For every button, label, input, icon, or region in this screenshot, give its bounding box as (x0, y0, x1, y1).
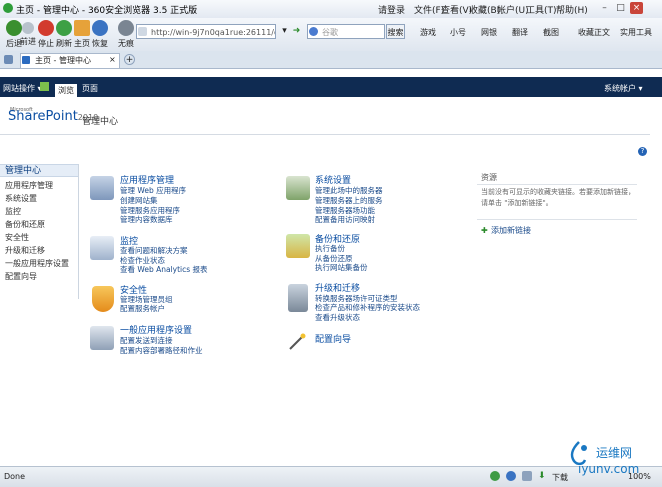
menu-login[interactable]: 请登录 (378, 3, 405, 16)
menu-help[interactable]: 帮助(H) (556, 3, 588, 16)
minimize-button[interactable]: – (598, 2, 611, 14)
general-settings-gear-icon (90, 326, 114, 350)
nav-item-general-settings[interactable]: 一般应用程序设置 (5, 258, 69, 269)
section-title-configuration-wizards[interactable]: 配置向导 (315, 332, 351, 345)
help-icon[interactable]: ? (638, 147, 647, 156)
monitoring-icon (90, 236, 114, 260)
ie-mode-icon[interactable] (506, 471, 516, 481)
nav-heading[interactable]: 管理中心 (0, 164, 78, 177)
toolbar-link-translate[interactable]: 翻译 (512, 27, 528, 38)
tab-label: 主页 - 管理中心 (35, 56, 91, 65)
window-title: 主页 - 管理中心 - 360安全浏览器 3.5 正式版 (16, 6, 198, 16)
page-title: 管理中心 (82, 117, 119, 127)
nav-item-upgrade-migration[interactable]: 升级和迁移 (5, 245, 45, 256)
tab-list-icon[interactable] (4, 55, 13, 64)
link-site-collection-backup[interactable]: 执行网站集备份 (315, 262, 368, 273)
link-alternate-access-mappings[interactable]: 配置备用访问映射 (315, 214, 375, 225)
status-text: Done (4, 472, 26, 481)
search-input[interactable]: 谷歌 (307, 24, 385, 39)
upgrade-migration-server-icon (288, 284, 308, 312)
link-content-deployment[interactable]: 配置内容部署路径和作业 (120, 345, 203, 356)
nav-item-configuration-wizards[interactable]: 配置向导 (5, 271, 37, 282)
toolbar-link-alt-account[interactable]: 小号 (450, 27, 466, 38)
security-shield-icon (92, 286, 114, 312)
close-button[interactable]: × (630, 2, 643, 14)
sharepoint-tab-icon (22, 56, 30, 64)
toolbar-link-screenshot[interactable]: 截图 (543, 27, 559, 38)
go-arrow-icon[interactable]: ➜ (291, 25, 302, 38)
menu-file[interactable]: 文件(F) (414, 3, 444, 16)
toolbar-link-utilities[interactable]: 实用工具 (620, 27, 652, 38)
tab-central-admin[interactable]: 主页 - 管理中心 (20, 53, 120, 68)
page-icon (138, 27, 147, 36)
status-bar: Done ⬇ 下载 100% (0, 466, 662, 487)
address-dropdown-icon[interactable]: ▾ (279, 25, 290, 38)
ribbon-tab-page[interactable]: 页面 (82, 83, 98, 94)
configuration-wizard-wand-icon (287, 332, 307, 352)
menu-account[interactable]: 帐户(U) (497, 3, 529, 16)
header-divider (0, 134, 650, 135)
link-check-upgrade-status[interactable]: 查看升级状态 (315, 312, 360, 323)
new-tab-icon[interactable]: + (124, 54, 135, 65)
system-settings-icon (286, 176, 310, 200)
tab-bar: 主页 - 管理中心 × + (0, 51, 662, 69)
resources-title: 资源 (481, 173, 497, 182)
watermark-domain: iyunv.com (578, 462, 640, 476)
toolbar-link-save-text[interactable]: 收藏正文 (578, 27, 610, 38)
incognito-icon (118, 20, 134, 36)
resources-divider (477, 184, 637, 185)
site-actions-menu[interactable]: 网站操作 ▾ (3, 83, 42, 94)
browser-toolbar: 后退 前进 停止 刷新 主页 恢复 无痕 http://win-9j7n0qa1… (0, 18, 662, 52)
navigate-up-icon[interactable] (40, 82, 49, 91)
link-web-analytics-reports[interactable]: 查看 Web Analytics 报表 (120, 264, 208, 275)
link-manage-content-databases[interactable]: 管理内容数据库 (120, 214, 173, 225)
restore-button[interactable]: 恢复 (86, 20, 114, 49)
close-tab-icon[interactable]: × (109, 55, 116, 64)
nav-item-application-management[interactable]: 应用程序管理 (5, 180, 53, 191)
restore-icon (92, 20, 108, 36)
resources-empty-text: 当前没有可显示的收藏夹链接。若要添加新链接，请单击 "添加新链接"。 (481, 188, 635, 207)
security-status-icon[interactable] (490, 471, 500, 481)
ribbon-tab-browse[interactable]: 浏览 (55, 84, 77, 97)
menu-tools[interactable]: 工具(T) (526, 3, 557, 16)
nav-item-monitoring[interactable]: 监控 (5, 206, 21, 217)
download-icon[interactable]: ⬇ (538, 471, 548, 481)
account-menu[interactable]: 系统帐户 ▾ (604, 83, 643, 94)
application-management-icon (90, 176, 114, 200)
backup-restore-icon (286, 234, 310, 258)
toolbar-link-bank[interactable]: 网银 (481, 27, 497, 38)
nav-item-security[interactable]: 安全性 (5, 232, 29, 243)
add-new-link[interactable]: 添加新链接 (491, 225, 531, 236)
nav-item-backup-restore[interactable]: 备份和还原 (5, 219, 45, 230)
download-button[interactable]: 下载 (552, 472, 568, 483)
browser-logo-icon (3, 3, 13, 13)
window-mode-icon[interactable] (522, 471, 532, 481)
menu-view[interactable]: 查看(V) (441, 3, 472, 16)
search-button[interactable]: 搜索 (386, 24, 405, 39)
watermark-text: 运维网 (596, 446, 633, 460)
resources-divider-2 (477, 219, 637, 220)
maximize-button[interactable]: □ (614, 2, 627, 14)
link-configure-service-accounts[interactable]: 配置服务帐户 (120, 303, 165, 314)
sharepoint-ribbon: 网站操作 ▾ 页面 系统帐户 ▾ (0, 77, 662, 97)
nav-item-system-settings[interactable]: 系统设置 (5, 193, 37, 204)
title-bar: 主页 - 管理中心 - 360安全浏览器 3.5 正式版 请登录 文件(F) 查… (0, 0, 662, 19)
address-input[interactable]: http://win-9j7n0qa1rue:26111/default.a (136, 24, 276, 39)
toolbar-link-games[interactable]: 游戏 (420, 27, 436, 38)
menu-favorites[interactable]: 收藏(B) (469, 3, 500, 16)
search-engine-icon[interactable] (309, 27, 318, 36)
add-link-icon[interactable]: ✚ (481, 226, 488, 235)
